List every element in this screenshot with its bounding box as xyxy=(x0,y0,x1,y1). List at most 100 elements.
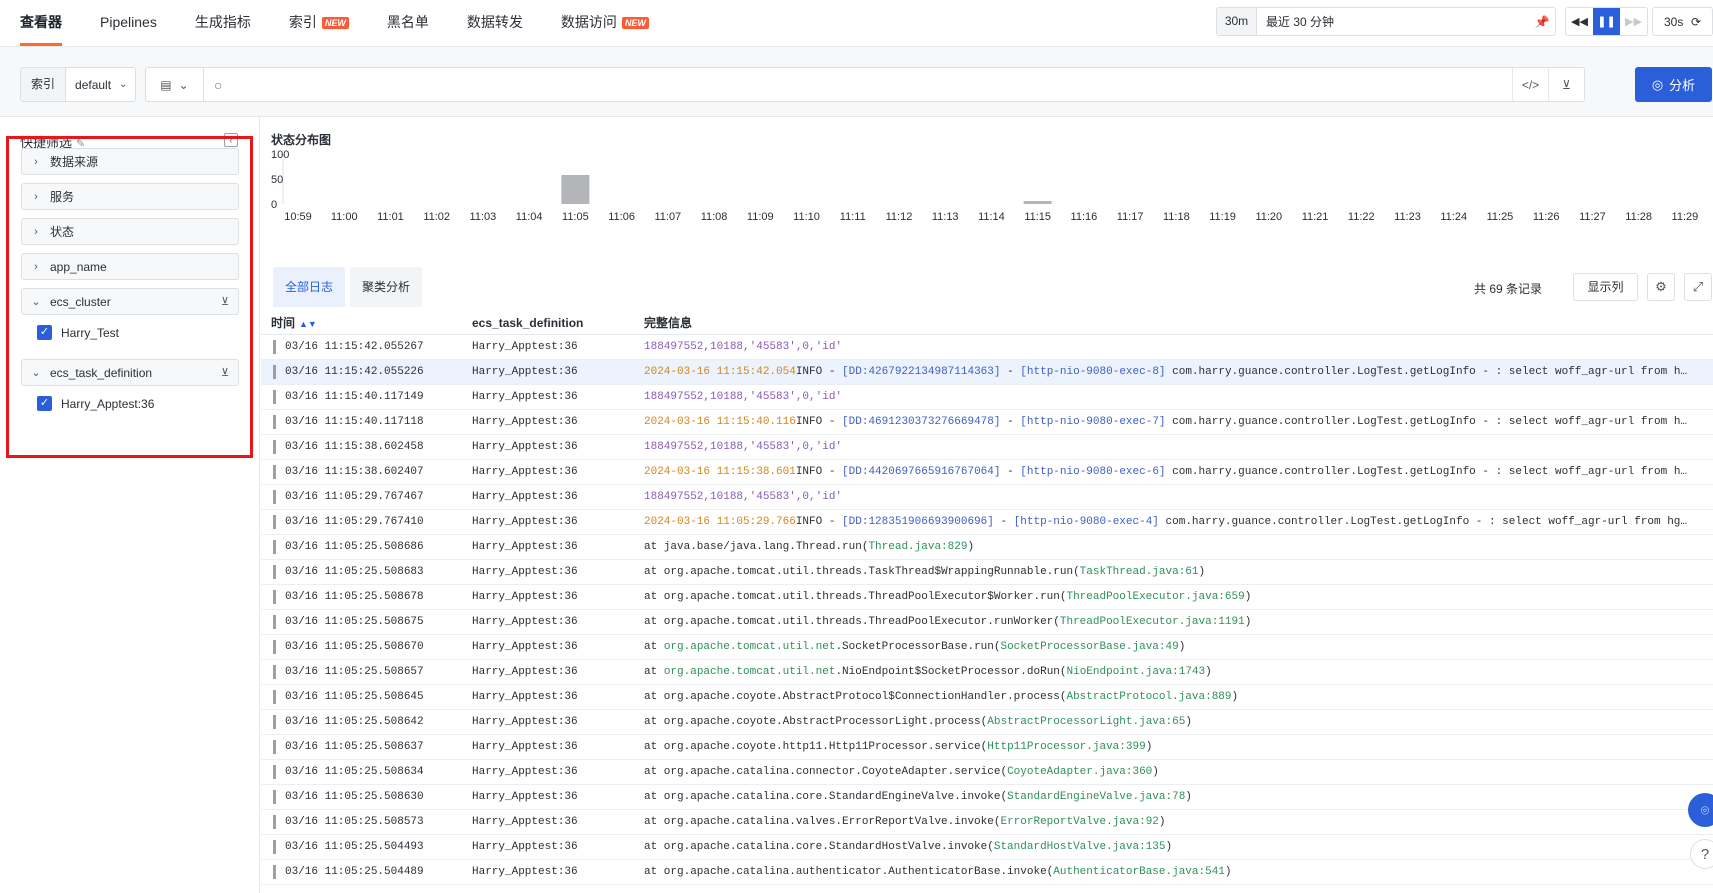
log-table-body: 03/16 11:15:42.055267 Harry_Apptest:36 188… xyxy=(261,335,1713,885)
analyze-icon: ◎ xyxy=(1651,76,1664,92)
refresh-interval-select[interactable]: 30s ⟳ xyxy=(1652,7,1713,36)
table-row[interactable]: 03/16 11:05:25.508637 Harry_Apptest:36 at … xyxy=(261,735,1713,760)
cell-time: 03/16 11:05:25.504493 xyxy=(285,841,424,853)
cell-message: at org.apache.coyote.http11.Http11Proces… xyxy=(644,741,1704,753)
y-tick-label: 50 xyxy=(271,174,283,186)
index-value[interactable]: default xyxy=(66,78,119,92)
nav-tab[interactable]: Pipelines xyxy=(100,0,157,46)
table-row[interactable]: 03/16 11:05:25.508686 Harry_Apptest:36 at … xyxy=(261,535,1713,560)
cell-time: 03/16 11:05:25.508634 xyxy=(285,766,424,778)
table-row[interactable]: 03/16 11:05:25.508675 Harry_Apptest:36 at … xyxy=(261,610,1713,635)
table-row[interactable]: 03/16 11:05:29.767410 Harry_Apptest:36 202… xyxy=(261,510,1713,535)
tab-cluster-analysis[interactable]: 聚类分析 xyxy=(350,267,423,307)
message-segment: ) xyxy=(967,541,975,553)
message-segment: [http-nio-9080-exec-8] xyxy=(1020,366,1166,378)
message-segment: [http-nio-9080-exec-7] xyxy=(1020,416,1166,428)
help-icon[interactable]: ? xyxy=(1690,839,1713,869)
cell-message: at org.apache.tomcat.util.net.SocketProc… xyxy=(644,641,1704,653)
new-badge: NEW xyxy=(321,17,349,29)
table-row[interactable]: 03/16 11:05:25.508634 Harry_Apptest:36 at … xyxy=(261,760,1713,785)
cell-definition: Harry_Apptest:36 xyxy=(472,866,578,878)
cell-definition: Harry_Apptest:36 xyxy=(472,441,578,453)
display-columns-button[interactable]: 显示列 xyxy=(1573,273,1638,301)
table-row[interactable]: 03/16 11:15:42.055226 Harry_Apptest:36 202… xyxy=(261,360,1713,385)
table-row[interactable]: 03/16 11:05:25.508683 Harry_Apptest:36 at … xyxy=(261,560,1713,585)
header-message[interactable]: 完整信息 xyxy=(644,314,692,331)
table-row[interactable]: 03/16 11:15:38.602407 Harry_Apptest:36 202… xyxy=(261,460,1713,485)
status-indicator xyxy=(273,565,276,579)
table-row[interactable]: 03/16 11:05:25.508678 Harry_Apptest:36 at … xyxy=(261,585,1713,610)
nav-tab[interactable]: 数据转发 xyxy=(467,0,523,46)
table-row[interactable]: 03/16 11:05:25.508573 Harry_Apptest:36 at … xyxy=(261,810,1713,835)
table-row[interactable]: 03/16 11:05:25.508657 Harry_Apptest:36 at … xyxy=(261,660,1713,685)
cell-time: 03/16 11:05:25.508670 xyxy=(285,641,424,653)
nav-tab[interactable]: 查看器 xyxy=(20,0,62,46)
table-row[interactable]: 03/16 11:05:25.504489 Harry_Apptest:36 at … xyxy=(261,860,1713,885)
table-header: 时间 ▲▼ ecs_task_definition 完整信息 xyxy=(261,311,1713,335)
time-range-text[interactable]: 最近 30 分钟 xyxy=(1257,13,1529,30)
cell-message: 188497552,10188,'45583',0,'id' xyxy=(644,341,1704,353)
time-range-short[interactable]: 30m xyxy=(1217,8,1257,35)
table-row[interactable]: 03/16 11:05:25.508670 Harry_Apptest:36 at … xyxy=(261,635,1713,660)
search-input[interactable] xyxy=(230,69,1512,100)
filter-clear-icon[interactable]: ⊻ xyxy=(1548,68,1584,101)
message-segment: at org.apache.catalina.authenticator.Aut… xyxy=(644,866,1054,878)
message-segment: [http-nio-9080-exec-4] xyxy=(1013,516,1159,528)
source-select[interactable]: ▤ ⌄ xyxy=(146,68,204,101)
refresh-icon[interactable]: ⟳ xyxy=(1691,15,1701,29)
cell-time: 03/16 11:15:38.602458 xyxy=(285,441,424,453)
chart-bar[interactable] xyxy=(1023,201,1052,204)
table-row[interactable]: 03/16 11:05:25.504493 Harry_Apptest:36 at … xyxy=(261,835,1713,860)
tab-all-logs[interactable]: 全部日志 xyxy=(273,267,346,307)
table-row[interactable]: 03/16 11:05:25.508630 Harry_Apptest:36 at … xyxy=(261,785,1713,810)
pin-icon[interactable]: 📌 xyxy=(1529,15,1555,29)
table-row[interactable]: 03/16 11:15:38.602458 Harry_Apptest:36 188… xyxy=(261,435,1713,460)
cell-message: 2024-03-16 11:05:29.766INFO - [DD:128351… xyxy=(644,516,1704,528)
nav-tab-label: 生成指标 xyxy=(194,14,251,30)
nav-tab[interactable]: 数据访问 NEW xyxy=(561,0,649,46)
rewind-icon[interactable]: ◀◀ xyxy=(1566,8,1593,35)
x-tick-label: 11:09 xyxy=(747,211,774,223)
time-range-picker[interactable]: 30m 最近 30 分钟 📌 xyxy=(1216,7,1556,36)
nav-tab[interactable]: 生成指标 xyxy=(195,0,251,46)
status-indicator xyxy=(273,665,276,679)
nav-tab[interactable]: 黑名单 xyxy=(387,0,429,46)
cell-definition: Harry_Apptest:36 xyxy=(472,566,578,578)
refresh-interval-value: 30s xyxy=(1664,14,1684,29)
analyze-button[interactable]: ◎ 分析 xyxy=(1635,67,1712,102)
cell-time: 03/16 11:05:25.508657 xyxy=(285,666,424,678)
code-icon[interactable]: </> xyxy=(1512,68,1548,101)
x-tick-label: 11:07 xyxy=(654,211,681,223)
table-row[interactable]: 03/16 11:05:29.767467 Harry_Apptest:36 188… xyxy=(261,485,1713,510)
status-indicator xyxy=(273,840,276,854)
table-row[interactable]: 03/16 11:05:25.508645 Harry_Apptest:36 at … xyxy=(261,685,1713,710)
header-definition[interactable]: ecs_task_definition xyxy=(472,316,583,330)
log-tabs: 全部日志 聚类分析 xyxy=(273,267,423,307)
fullscreen-icon[interactable]: ⤢ xyxy=(1684,273,1712,301)
status-indicator xyxy=(273,540,276,554)
message-segment: 188497552,10188,'45583',0,'id' xyxy=(644,341,843,353)
message-segment: ) xyxy=(1198,566,1206,578)
index-select[interactable]: 索引 default ⌄ xyxy=(20,67,137,102)
message-segment: at java.base/java.lang.Thread.run( xyxy=(644,541,869,553)
table-row[interactable]: 03/16 11:15:40.117149 Harry_Apptest:36 188… xyxy=(261,385,1713,410)
header-time[interactable]: 时间 ▲▼ xyxy=(271,314,317,331)
gear-icon[interactable]: ⚙ xyxy=(1647,273,1675,301)
y-tick-label: 100 xyxy=(271,149,289,161)
message-segment: ) xyxy=(1185,791,1192,803)
x-tick-label: 11:04 xyxy=(516,211,543,223)
message-segment: StandardEngineValve.java:78 xyxy=(1007,791,1186,803)
pause-icon[interactable]: ❚❚ xyxy=(1593,8,1620,35)
nav-tab[interactable]: 索引 NEW xyxy=(289,0,349,46)
cell-message: 188497552,10188,'45583',0,'id' xyxy=(644,491,1704,503)
table-row[interactable]: 03/16 11:15:42.055267 Harry_Apptest:36 188… xyxy=(261,335,1713,360)
cell-definition: Harry_Apptest:36 xyxy=(472,841,578,853)
table-row[interactable]: 03/16 11:05:25.508642 Harry_Apptest:36 at … xyxy=(261,710,1713,735)
forward-icon[interactable]: ▶▶ xyxy=(1620,8,1647,35)
message-segment: AbstractProtocol.java:889 xyxy=(1066,691,1232,703)
cell-time: 03/16 11:05:25.508642 xyxy=(285,716,424,728)
cell-time: 03/16 11:05:25.508637 xyxy=(285,741,424,753)
sort-icon[interactable]: ▲▼ xyxy=(299,319,317,329)
chart-bar[interactable] xyxy=(561,175,590,204)
table-row[interactable]: 03/16 11:15:40.117118 Harry_Apptest:36 202… xyxy=(261,410,1713,435)
